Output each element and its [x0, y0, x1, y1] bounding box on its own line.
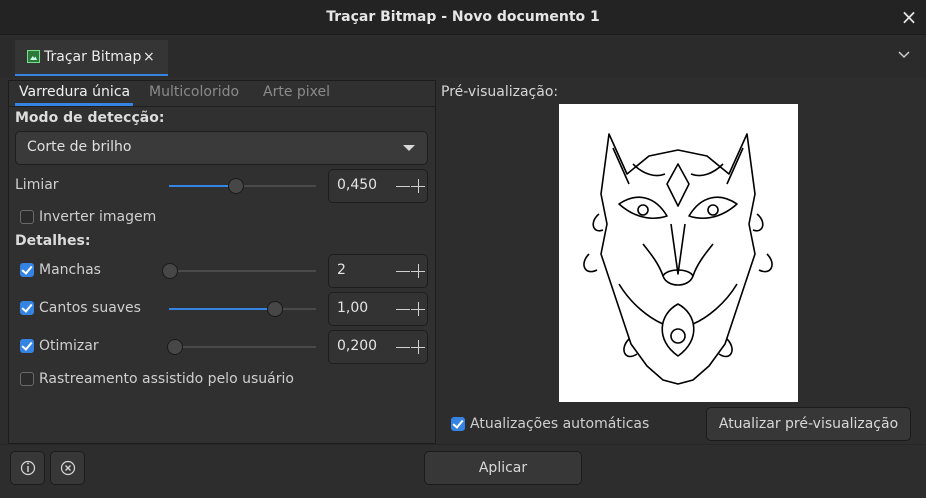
details-heading: Detalhes: [15, 233, 91, 249]
assisted-tracing-label: Rastreamento assistido pelo usuário [39, 371, 294, 387]
footer-separator [0, 444, 926, 445]
window-title: Traçar Bitmap - Novo documento 1 [326, 9, 600, 25]
dock-menu-chevron-icon[interactable] [897, 48, 911, 64]
optimize-slider-track[interactable] [167, 346, 316, 348]
preview-image [559, 104, 798, 402]
threshold-value: 0,450 [337, 177, 378, 193]
threshold-slider-knob[interactable] [227, 178, 244, 194]
optimize-slider-knob[interactable] [167, 339, 183, 355]
smooth-corners-label: Cantos suaves [39, 300, 141, 316]
optimize-checkbox[interactable] [20, 339, 34, 353]
auto-update-label: Atualizações automáticas [470, 416, 650, 432]
trace-bitmap-icon [27, 50, 40, 63]
invert-image-label: Inverter imagem [39, 209, 157, 225]
dock-tab-close-icon[interactable]: × [143, 48, 155, 66]
reset-button[interactable] [50, 451, 85, 485]
minus-icon[interactable] [396, 347, 410, 348]
plus-icon-vertical [418, 179, 419, 193]
minus-icon[interactable] [396, 309, 410, 310]
smooth-corners-value: 1,00 [337, 300, 369, 316]
update-preview-button-label: Atualizar pré-visualização [718, 416, 899, 432]
smooth-corners-slider-fill [169, 308, 276, 310]
update-preview-button[interactable]: Atualizar pré-visualização [706, 407, 911, 441]
apply-button-label: Aplicar [478, 460, 528, 476]
assisted-tracing-checkbox[interactable] [20, 372, 34, 386]
preview-title: Pré-visualização: [441, 84, 559, 100]
detection-mode-heading: Modo de detecção: [15, 110, 165, 126]
speckles-label: Manchas [39, 262, 101, 278]
minus-icon[interactable] [396, 271, 410, 272]
minus-icon[interactable] [396, 186, 410, 187]
smooth-corners-checkbox[interactable] [20, 301, 34, 315]
fox-mandala-illustration [583, 133, 773, 385]
plus-icon-vertical [418, 264, 419, 278]
speckles-slider-track[interactable] [162, 270, 316, 272]
window-close-button[interactable]: × [897, 5, 921, 29]
invert-image-checkbox[interactable] [20, 210, 34, 224]
speckles-value: 2 [337, 262, 346, 278]
tab-separator [9, 106, 435, 107]
plus-icon-vertical [418, 302, 419, 316]
optimize-value: 0,200 [337, 338, 378, 354]
tab-pixel-art[interactable]: Arte pixel [263, 84, 330, 100]
threshold-label: Limiar [15, 177, 59, 193]
threshold-slider-fill [169, 185, 236, 187]
speckles-checkbox[interactable] [20, 263, 34, 277]
info-icon [20, 460, 36, 476]
cancel-icon [60, 460, 76, 476]
dock-tab-label: Traçar Bitmap [44, 49, 142, 65]
optimize-label: Otimizar [39, 338, 99, 354]
auto-update-checkbox[interactable] [451, 417, 465, 431]
detection-mode-value: Corte de brilho [27, 139, 132, 155]
dropdown-arrow-icon [403, 145, 415, 151]
tab-multicolor[interactable]: Multicolorido [149, 84, 239, 100]
apply-button[interactable]: Aplicar [424, 451, 582, 485]
speckles-slider-knob[interactable] [162, 263, 178, 279]
plus-icon-vertical [418, 340, 419, 354]
info-button[interactable] [10, 451, 45, 485]
